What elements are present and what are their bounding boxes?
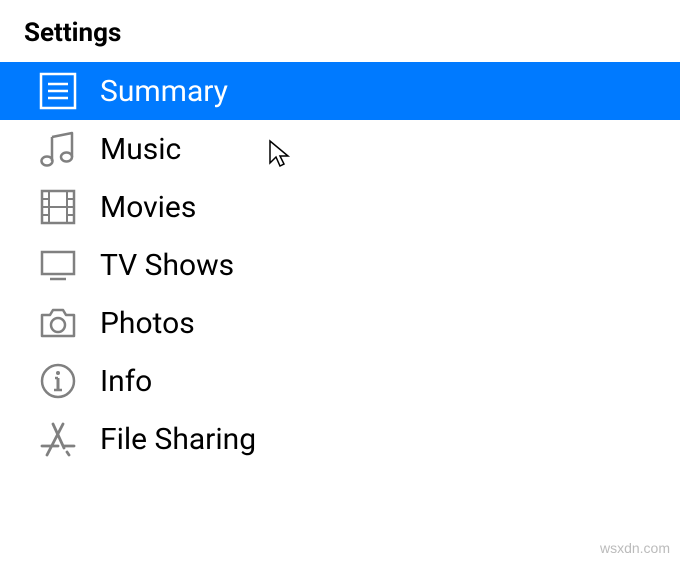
sidebar-item-movies[interactable]: Movies [0, 178, 680, 236]
sidebar-item-label: Info [100, 364, 152, 399]
appstore-icon [38, 419, 78, 459]
movies-icon [38, 187, 78, 227]
sidebar-item-photos[interactable]: Photos [0, 294, 680, 352]
summary-icon [38, 71, 78, 111]
sidebar-item-summary[interactable]: Summary [0, 62, 680, 120]
tv-icon [38, 245, 78, 285]
sidebar-item-label: TV Shows [100, 248, 234, 283]
watermark: wsxdn.com [600, 540, 670, 556]
sidebar-item-info[interactable]: Info [0, 352, 680, 410]
music-icon [38, 129, 78, 169]
settings-sidebar: Summary Music [0, 62, 680, 468]
sidebar-item-filesharing[interactable]: File Sharing [0, 410, 680, 468]
sidebar-item-label: Music [100, 132, 181, 167]
sidebar-item-label: File Sharing [100, 422, 256, 457]
sidebar-item-label: Summary [100, 74, 228, 109]
sidebar-item-music[interactable]: Music [0, 120, 680, 178]
sidebar-item-label: Movies [100, 190, 196, 225]
camera-icon [38, 303, 78, 343]
sidebar-item-label: Photos [100, 306, 195, 341]
info-icon [38, 361, 78, 401]
settings-header: Settings [0, 0, 680, 62]
sidebar-item-tvshows[interactable]: TV Shows [0, 236, 680, 294]
